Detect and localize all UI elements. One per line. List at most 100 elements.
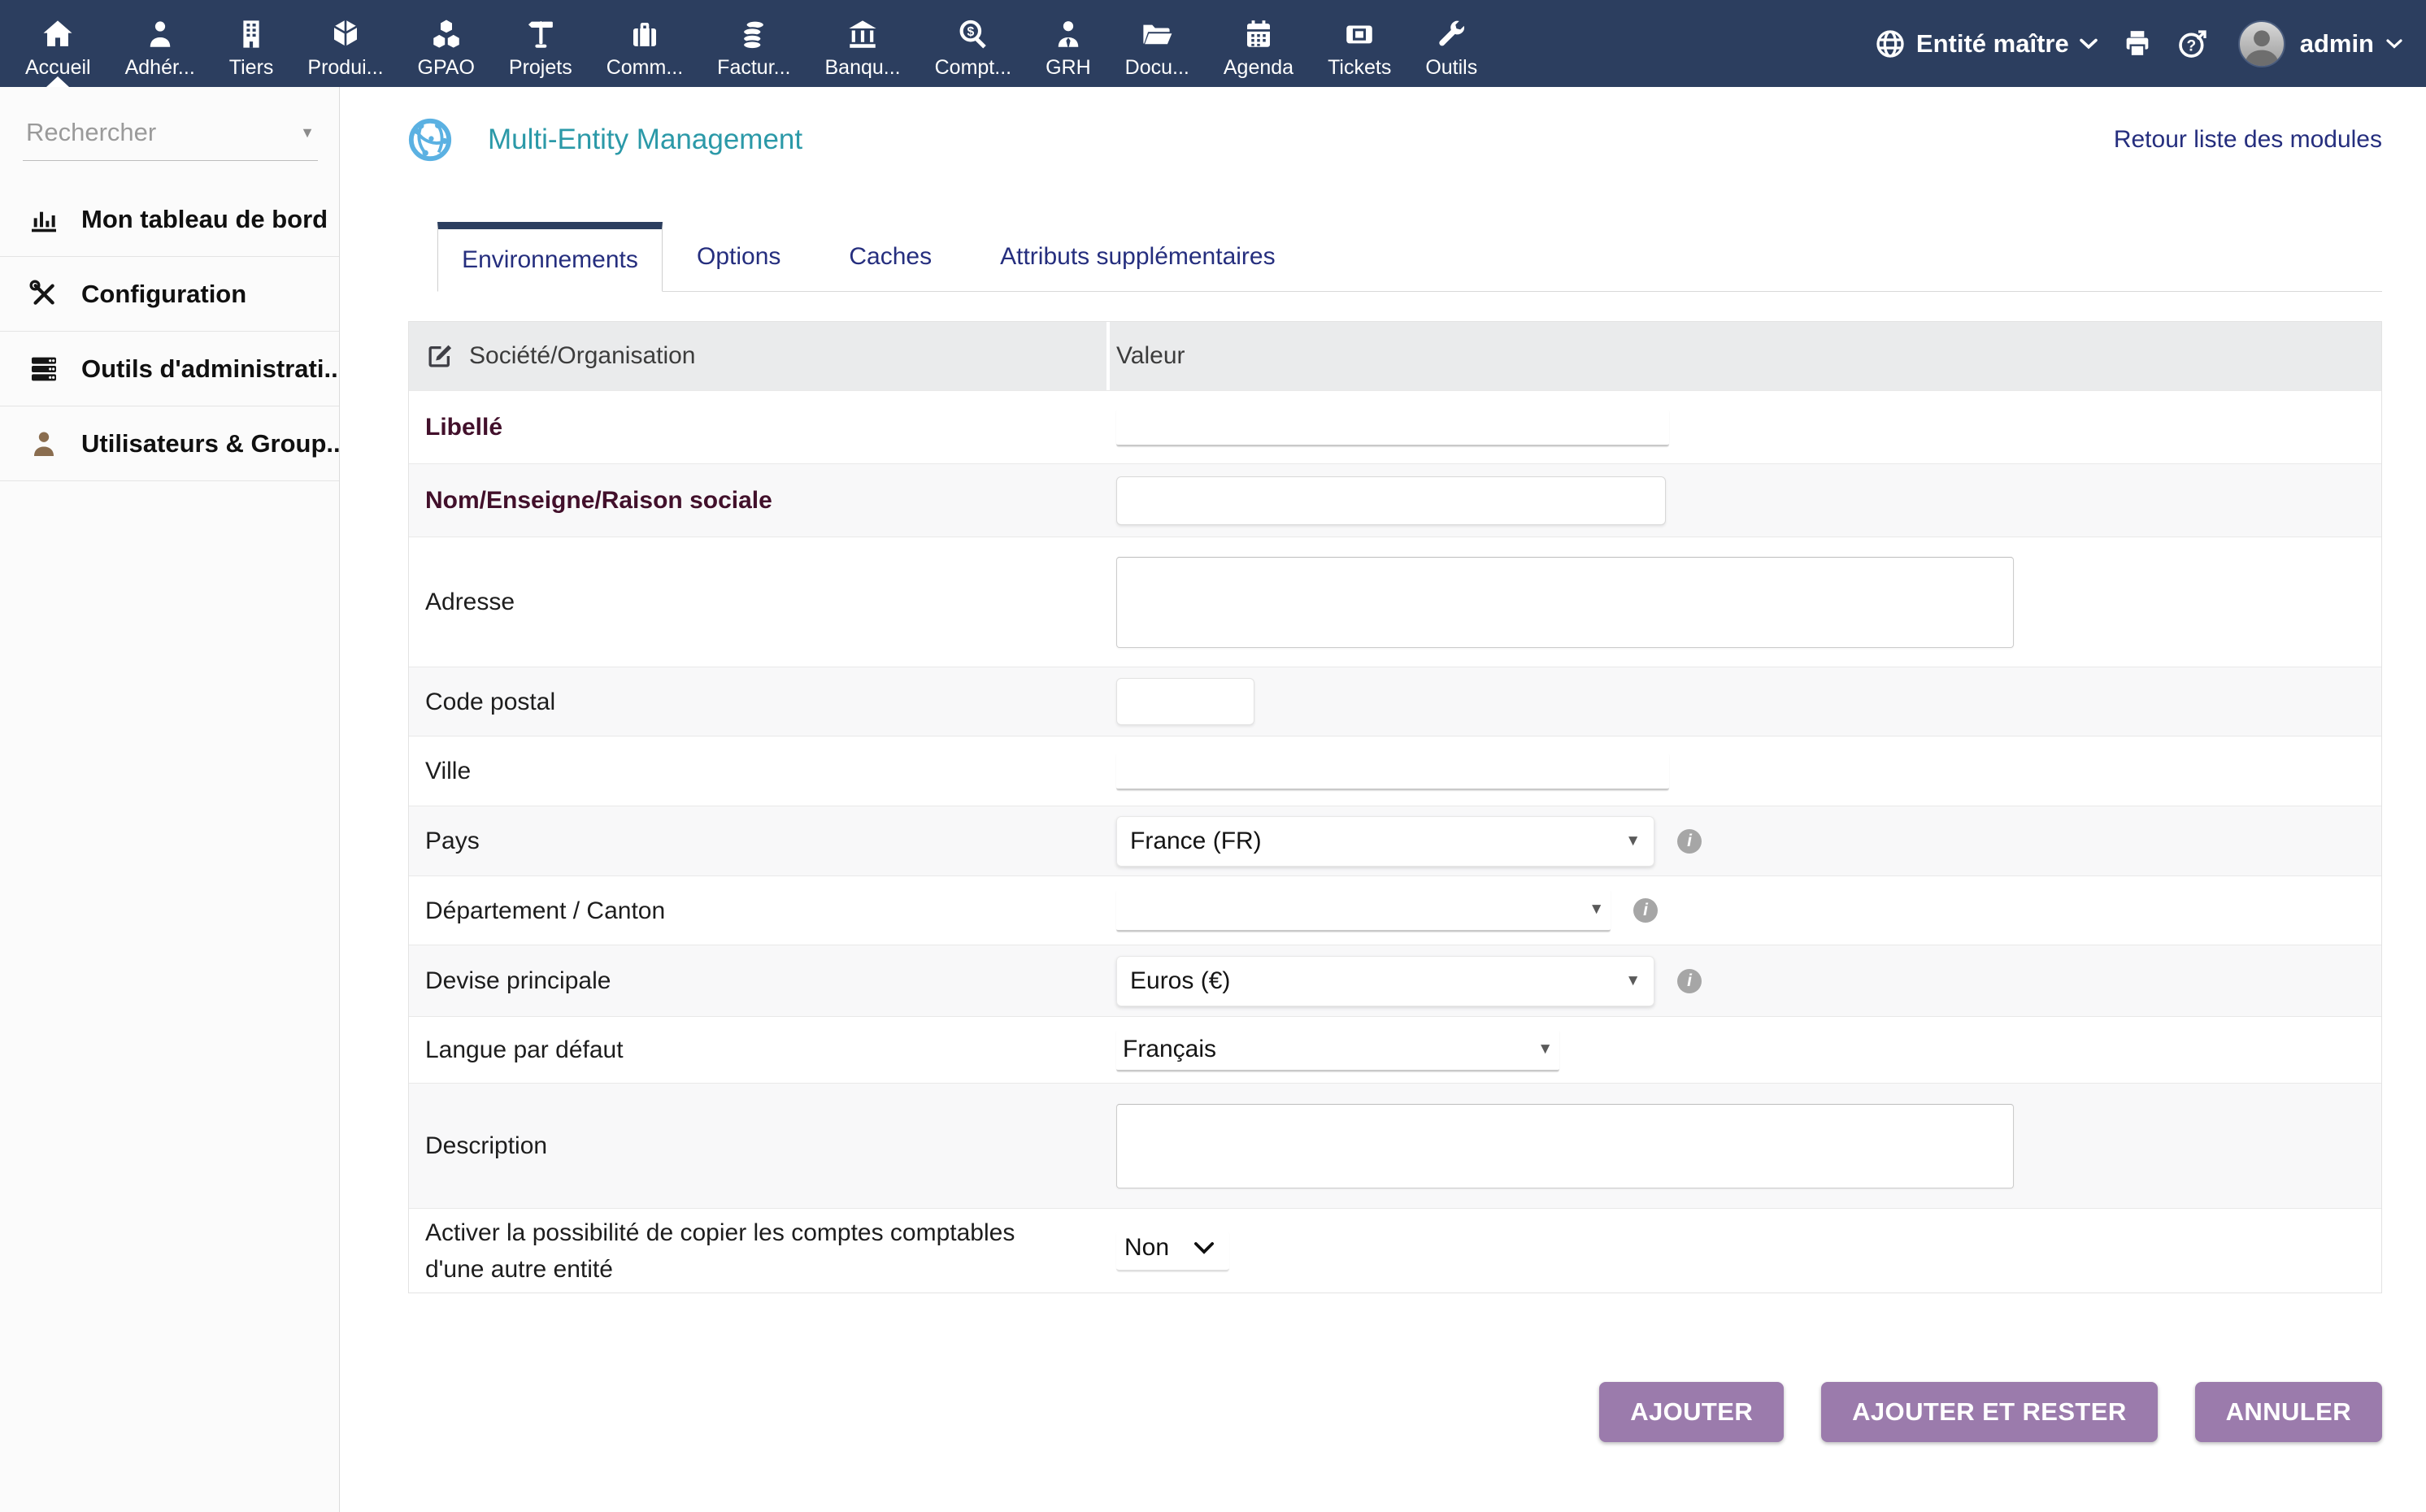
nav-item-label: Tickets	[1328, 56, 1391, 80]
field-label-nom: Nom/Enseigne/Raison sociale	[409, 482, 1110, 519]
coins-icon	[737, 17, 771, 51]
table-row: Description	[409, 1083, 2381, 1208]
sidebar-item-label: Mon tableau de bord	[81, 205, 328, 234]
nav-item-label: Docu...	[1125, 56, 1189, 80]
nav-item-banques[interactable]: Banqu...	[807, 0, 917, 87]
search-select[interactable]: Rechercher ▼	[23, 111, 318, 161]
pays-select-value: France (FR)	[1130, 828, 1262, 855]
ajouter-button[interactable]: AJOUTER	[1599, 1382, 1784, 1442]
tab-environnements[interactable]: Environnements	[437, 222, 663, 292]
nav-item-label: Compt...	[935, 56, 1011, 80]
user-icon	[28, 428, 60, 460]
folder-open-icon	[1140, 17, 1174, 51]
nom-input[interactable]	[1116, 476, 1666, 525]
user-name[interactable]: admin	[2300, 29, 2374, 59]
ajouter-et-rester-button[interactable]: AJOUTER ET RESTER	[1821, 1382, 2158, 1442]
help-icon[interactable]: ?	[2176, 28, 2209, 60]
tab-bar: Environnements Options Caches Attributs …	[437, 222, 2382, 292]
field-label-adresse: Adresse	[409, 584, 1110, 620]
nav-item-tiers[interactable]: Tiers	[212, 0, 291, 87]
nav-item-label: GPAO	[418, 56, 475, 80]
info-icon: i	[1677, 969, 1702, 993]
nav-item-label: Banqu...	[824, 56, 900, 80]
annuler-button[interactable]: ANNULER	[2195, 1382, 2382, 1442]
sidebar-item-dashboard[interactable]: Mon tableau de bord	[0, 182, 339, 257]
nav-item-gpao[interactable]: GPAO	[401, 0, 492, 87]
chevron-down-icon	[2079, 37, 2098, 51]
sidebar-item-label: Utilisateurs & Group...	[81, 429, 339, 458]
sidebar-item-configuration[interactable]: Configuration	[0, 257, 339, 332]
navbar-right: Entité maître ? admin	[1874, 0, 2426, 87]
table-header-row: Société/Organisation Valeur	[409, 322, 2381, 390]
field-label-departement: Département / Canton	[409, 893, 1110, 929]
left-sidebar: Rechercher ▼ Mon tableau de bord Configu…	[0, 87, 340, 1512]
sidebar-item-admin-tools[interactable]: Outils d'administrati...	[0, 332, 339, 406]
dropdown-caret-icon: ▼	[1537, 1041, 1553, 1058]
sidebar-menu: Mon tableau de bord Configuration Outils…	[0, 182, 339, 481]
user-tie-icon	[1051, 17, 1085, 51]
nav-item-documents[interactable]: Docu...	[1108, 0, 1206, 87]
copier-comptes-select[interactable]: Non	[1116, 1231, 1229, 1271]
nav-item-comptabilite[interactable]: $ Compt...	[918, 0, 1028, 87]
bank-icon	[846, 17, 880, 51]
table-row: Langue par défaut Français ▼	[409, 1016, 2381, 1083]
nav-item-adherents[interactable]: Adhér...	[108, 0, 212, 87]
project-icon	[524, 17, 558, 51]
dropdown-caret-icon: ▼	[1625, 972, 1641, 990]
langue-select-value: Français	[1123, 1036, 1216, 1063]
nav-item-grh[interactable]: GRH	[1028, 0, 1108, 87]
cube-icon	[328, 17, 363, 51]
tab-caches[interactable]: Caches	[815, 222, 966, 291]
top-navbar: Accueil Adhér... Tiers Produi... GPAO Pr…	[0, 0, 2426, 87]
home-icon	[41, 17, 75, 51]
table-row: Code postal	[409, 667, 2381, 736]
devise-select[interactable]: Euros (€) ▼	[1116, 956, 1654, 1006]
table-row: Ville	[409, 736, 2381, 806]
nav-item-produits[interactable]: Produi...	[290, 0, 400, 87]
adresse-textarea[interactable]	[1116, 557, 2014, 648]
nav-item-label: Comm...	[606, 56, 683, 80]
avatar[interactable]	[2238, 20, 2285, 67]
column-header-field-label: Société/Organisation	[469, 342, 696, 370]
field-label-ville: Ville	[409, 753, 1110, 789]
ville-input[interactable]	[1116, 753, 1669, 790]
table-row: Devise principale Euros (€) ▼ i	[409, 945, 2381, 1016]
bar-chart-icon	[28, 203, 60, 236]
chevron-down-icon	[1193, 1240, 1215, 1255]
langue-select[interactable]: Français ▼	[1116, 1029, 1559, 1071]
nav-item-label: Factur...	[717, 56, 790, 80]
code-postal-input[interactable]	[1116, 678, 1254, 725]
nav-item-projets[interactable]: Projets	[492, 0, 589, 87]
nav-item-agenda[interactable]: Agenda	[1206, 0, 1311, 87]
libelle-input[interactable]	[1116, 409, 1669, 446]
chevron-down-icon[interactable]	[2385, 37, 2403, 50]
entity-label: Entité maître	[1916, 29, 2069, 59]
pays-select[interactable]: France (FR) ▼	[1116, 816, 1654, 867]
nav-item-facturation[interactable]: Factur...	[700, 0, 807, 87]
back-to-modules-link[interactable]: Retour liste des modules	[2114, 126, 2382, 154]
description-textarea[interactable]	[1116, 1104, 2014, 1188]
module-logo-icon	[407, 116, 454, 163]
table-row: Nom/Enseigne/Raison sociale	[409, 463, 2381, 537]
info-icon: i	[1633, 898, 1658, 923]
search-placeholder: Rechercher	[26, 118, 300, 147]
tab-options[interactable]: Options	[663, 222, 815, 291]
svg-text:$: $	[967, 25, 974, 39]
nav-item-commerce[interactable]: Comm...	[589, 0, 700, 87]
nav-item-label: Projets	[509, 56, 572, 80]
field-label-description: Description	[409, 1127, 1110, 1164]
nav-item-label: Tiers	[229, 56, 274, 80]
entity-switcher[interactable]: Entité maître	[1874, 28, 2098, 60]
nav-item-outils[interactable]: Outils	[1408, 0, 1494, 87]
tab-attributs-supplementaires[interactable]: Attributs supplémentaires	[966, 222, 1310, 291]
nav-item-tickets[interactable]: Tickets	[1311, 0, 1408, 87]
sidebar-item-users-groups[interactable]: Utilisateurs & Group...	[0, 406, 339, 481]
nav-item-accueil[interactable]: Accueil	[8, 0, 108, 87]
avatar-silhouette	[2240, 22, 2284, 66]
field-label-pays: Pays	[409, 823, 1110, 859]
print-icon[interactable]	[2121, 28, 2154, 60]
departement-select[interactable]: ▼	[1116, 889, 1611, 932]
field-label-devise: Devise principale	[409, 962, 1110, 999]
cubes-icon	[429, 17, 463, 51]
dropdown-caret-icon: ▼	[300, 124, 315, 141]
